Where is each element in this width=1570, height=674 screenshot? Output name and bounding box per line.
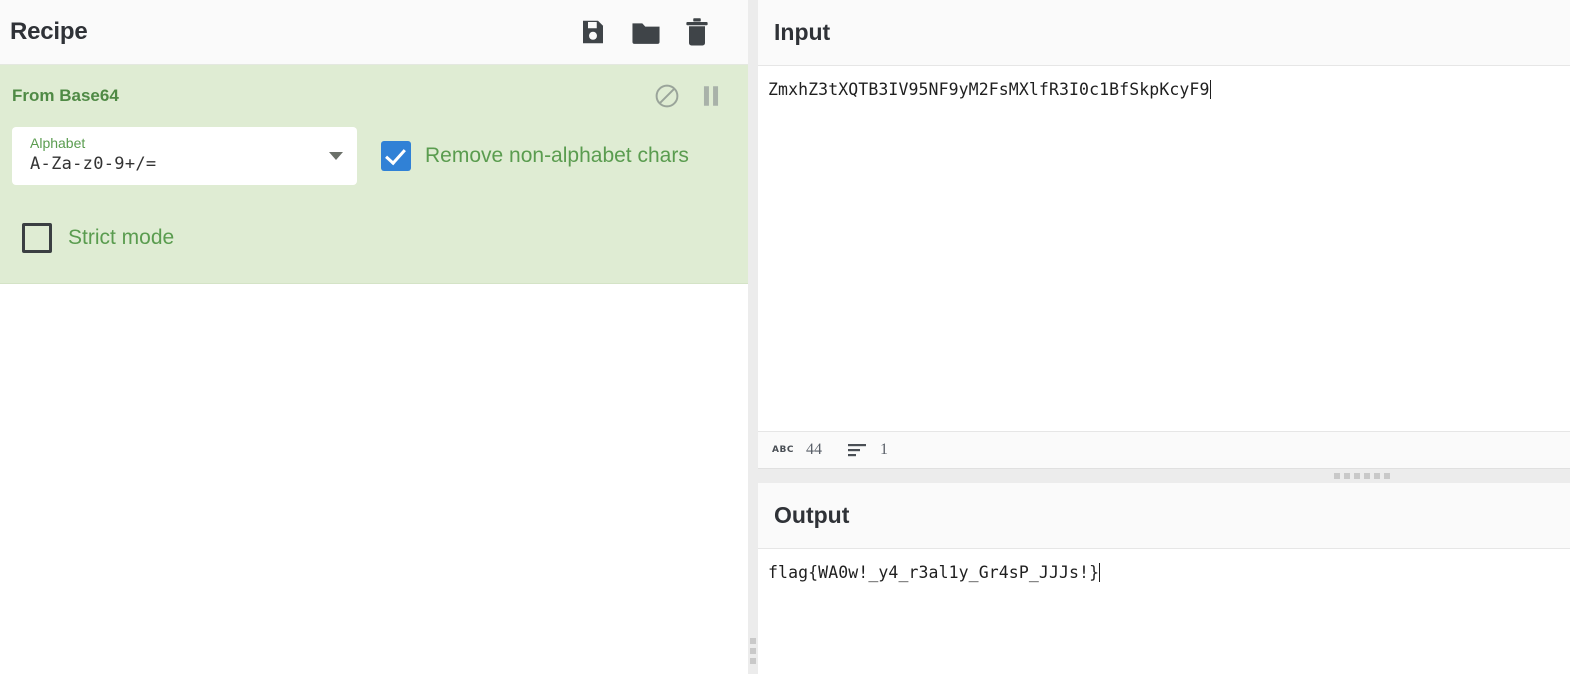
lines-icon xyxy=(847,444,866,457)
save-icon xyxy=(583,20,603,44)
input-lines-value: 1 xyxy=(879,441,888,458)
recipe-titlebar: Recipe xyxy=(0,0,748,65)
alphabet-value: A-Za-z0-9+/= xyxy=(30,154,157,174)
operation-controls xyxy=(654,83,722,109)
clear-recipe-button[interactable] xyxy=(684,17,710,47)
output-textarea[interactable]: flag{WA0w!_y4_r3al1y_Gr4sP_JJJs!} xyxy=(758,549,1570,674)
pause-icon xyxy=(703,86,719,106)
input-header: Input xyxy=(758,0,1570,66)
input-lines-stat: 1 xyxy=(847,441,888,459)
input-status-bar: ABC 44 1 xyxy=(758,431,1570,469)
load-recipe-button[interactable] xyxy=(630,17,662,47)
output-value: flag{WA0w!_y4_r3al1y_Gr4sP_JJJs!} xyxy=(768,563,1100,582)
input-length-stat: ABC 44 xyxy=(772,441,822,459)
folder-icon xyxy=(632,23,660,44)
horizontal-splitter[interactable] xyxy=(758,469,1570,483)
pause-operation-icon[interactable] xyxy=(700,83,722,109)
alphabet-select[interactable]: Alphabet A-Za-z0-9+/= xyxy=(12,127,357,185)
alphabet-label: Alphabet xyxy=(30,135,86,151)
cyberchef-app: Recipe From Base64 Alphabet A-Za-z0-9+/=… xyxy=(0,0,1570,674)
recipe-toolbar xyxy=(578,17,730,47)
save-recipe-button[interactable] xyxy=(578,17,608,47)
operation-name: From Base64 xyxy=(12,86,119,105)
operation-header: From Base64 xyxy=(0,65,748,127)
strict-mode-checkbox[interactable] xyxy=(22,223,52,253)
horizontal-splitter-grip xyxy=(1334,473,1390,479)
output-title: Output xyxy=(774,502,850,528)
strict-mode-label: Strict mode xyxy=(68,226,175,249)
operation-from-base64[interactable]: From Base64 Alphabet A-Za-z0-9+/= Remove… xyxy=(0,65,748,284)
remove-non-alphabet-label: Remove non-alphabet chars xyxy=(425,144,689,167)
abc-icon: ABC xyxy=(772,445,794,455)
trash-icon xyxy=(686,18,708,46)
input-title: Input xyxy=(774,19,831,45)
vertical-splitter[interactable] xyxy=(748,0,758,674)
output-text: flag{WA0w!_y4_r3al1y_Gr4sP_JJJs!} xyxy=(758,549,1570,582)
remove-non-alphabet-checkbox[interactable] xyxy=(381,141,411,171)
input-text: ZmxhZ3tXQTB3IV95NF9yM2FsMXlfR3I0c1BfSkpK… xyxy=(758,66,1570,99)
output-caret xyxy=(1099,563,1101,582)
input-caret xyxy=(1209,80,1211,99)
strict-mode-checkbox-row[interactable]: Strict mode xyxy=(12,223,736,253)
remove-non-alphabet-checkbox-row[interactable]: Remove non-alphabet chars xyxy=(381,141,689,171)
vertical-splitter-grip xyxy=(750,638,756,664)
recipe-pane: Recipe From Base64 Alphabet A-Za-z0-9+/=… xyxy=(0,0,748,674)
operation-arguments: Alphabet A-Za-z0-9+/= Remove non-alphabe… xyxy=(0,127,748,283)
input-value: ZmxhZ3tXQTB3IV95NF9yM2FsMXlfR3I0c1BfSkpK… xyxy=(768,80,1210,99)
circle-slash-icon xyxy=(655,84,679,108)
recipe-title: Recipe xyxy=(10,18,88,45)
chevron-down-icon xyxy=(329,152,343,160)
input-textarea[interactable]: ZmxhZ3tXQTB3IV95NF9yM2FsMXlfR3I0c1BfSkpK… xyxy=(758,66,1570,431)
output-header: Output xyxy=(758,483,1570,549)
io-pane: Input ZmxhZ3tXQTB3IV95NF9yM2FsMXlfR3I0c1… xyxy=(758,0,1570,674)
argument-row-primary: Alphabet A-Za-z0-9+/= Remove non-alphabe… xyxy=(12,127,736,185)
disable-operation-icon[interactable] xyxy=(654,83,680,109)
input-length-value: 44 xyxy=(805,441,822,458)
